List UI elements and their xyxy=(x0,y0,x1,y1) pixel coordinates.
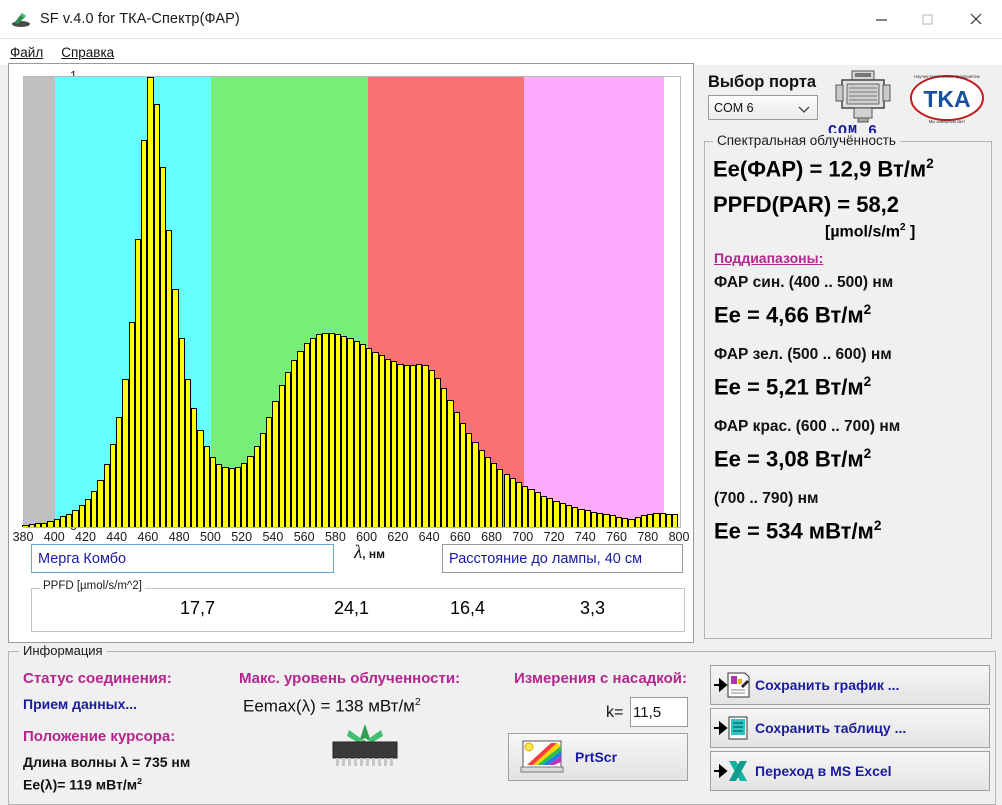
x-tick-label: 520 xyxy=(231,530,253,544)
ppfd-legend: PPFD [µmol/s/m^2] xyxy=(40,580,145,592)
prtscr-label: PrtScr xyxy=(575,749,618,765)
chart-panel: отн. ед. 00,10,20,30,40,50,60,70,80,91 3… xyxy=(8,63,694,643)
connection-status-title: Статус соединения: xyxy=(23,670,172,687)
main-area: отн. ед. 00,10,20,30,40,50,60,70,80,91 3… xyxy=(0,63,1002,805)
cursor-position-title: Положение курсора: xyxy=(23,728,176,745)
max-irradiance-value: Eemax(λ) = 138 мВт/м2 xyxy=(243,696,421,716)
max-irradiance-title: Макс. уровень облученности: xyxy=(239,670,461,687)
title-bar: SF v.4.0 for ТКА-Спектр(ФАР) xyxy=(0,0,1002,39)
save-chart-label: Сохранить график ... xyxy=(755,677,900,693)
sample-name-input[interactable] xyxy=(31,544,334,573)
window-controls xyxy=(858,0,1002,38)
close-button[interactable] xyxy=(950,0,1002,38)
ppfd-value-green: 24,1 xyxy=(334,598,370,618)
x-tick-label: 400 xyxy=(43,530,65,544)
x-tick-label: 640 xyxy=(418,530,440,544)
x-tick-label: 580 xyxy=(324,530,346,544)
window-title: SF v.4.0 for ТКА-Спектр(ФАР) xyxy=(40,11,240,27)
x-tick-label: 620 xyxy=(387,530,409,544)
subrange-label-blue: ФАР син. (400 .. 500) нм xyxy=(714,274,894,291)
subrange-value-green: Ee = 5,21 Вт/м2 xyxy=(714,374,872,400)
ppfd-value-farred: 3,3 xyxy=(580,598,606,618)
tail-band xyxy=(664,77,680,527)
x-tick-label: 680 xyxy=(481,530,502,544)
spectrum-bar xyxy=(672,513,679,527)
save-table-icon xyxy=(711,709,755,747)
tka-logo: TKA Научно-техническое предприятие Мы из… xyxy=(905,67,989,129)
excel-icon xyxy=(711,752,755,790)
subranges-title[interactable]: Поддиапазоны: xyxy=(714,250,823,266)
ppfd-group: PPFD [µmol/s/m^2] 17,7 24,1 16,4 3,3 xyxy=(31,580,685,632)
x-tick-label: 700 xyxy=(512,530,534,544)
x-tick-label: 500 xyxy=(199,530,221,544)
save-table-button[interactable]: Сохранить таблицу ... xyxy=(710,708,990,748)
spectral-irradiance-group: Спектральная облучённость Ee(ФАР) = 12,9… xyxy=(704,133,992,639)
ppfd-par-value: PPFD(PAR) = 58,2 xyxy=(713,192,900,217)
k-label: k= xyxy=(606,704,624,721)
maximize-button[interactable] xyxy=(904,0,950,38)
db9-connector-icon xyxy=(834,69,892,123)
ppfd-value-blue: 17,7 xyxy=(180,598,216,618)
subrange-value-farred: Ee = 534 мВт/м2 xyxy=(714,518,882,544)
far-red-band xyxy=(523,77,665,527)
x-tick-label: 740 xyxy=(574,530,596,544)
right-panel: Выбор порта COM 6 COM 6 TKA Научно-техни… xyxy=(700,63,994,641)
x-tick-label: 780 xyxy=(637,530,659,544)
ppfd-value-red: 16,4 xyxy=(450,598,486,618)
svg-text:TKA: TKA xyxy=(923,86,970,112)
k-value-input[interactable] xyxy=(630,697,688,727)
subrange-label-farred: (700 .. 790) нм xyxy=(714,490,819,507)
distance-label: Расстояние до лампы, 40 см xyxy=(442,544,683,573)
port-label: Выбор порта xyxy=(708,73,817,91)
x-tick-label: 420 xyxy=(75,530,96,544)
save-table-label: Сохранить таблицу ... xyxy=(755,720,907,736)
svg-text:Мы измеряем свет: Мы измеряем свет xyxy=(929,119,966,124)
excel-button[interactable]: Переход в MS Excel xyxy=(710,751,990,791)
port-select-value: COM 6 xyxy=(714,100,754,115)
excel-label: Переход в MS Excel xyxy=(755,763,892,779)
cursor-wavelength: Длина волны λ = 735 нм xyxy=(23,754,191,770)
x-axis-label: λ, нм xyxy=(354,542,386,563)
menu-item-help-label: Справка xyxy=(61,44,115,60)
x-tick-label: 380 xyxy=(12,530,34,544)
x-tick-label: 660 xyxy=(449,530,471,544)
prtscr-button[interactable]: PrtScr xyxy=(508,733,688,781)
menu-item-file-label: Файл xyxy=(10,44,44,60)
subrange-value-red: Ee = 3,08 Вт/м2 xyxy=(714,446,872,472)
connection-status-value: Прием данных... xyxy=(23,696,138,712)
x-tick-label: 540 xyxy=(262,530,284,544)
x-tick-label: 460 xyxy=(137,530,159,544)
save-chart-button[interactable]: Сохранить график ... xyxy=(710,665,990,705)
subrange-label-green: ФАР зел. (500 .. 600) нм xyxy=(714,346,892,363)
chevron-down-icon xyxy=(798,103,810,117)
spectrum-plot[interactable] xyxy=(22,76,681,528)
save-chart-icon xyxy=(711,666,755,704)
nozzle-measurement-title: Измерения с насадкой: xyxy=(514,670,687,687)
menu-item-file[interactable]: Файл xyxy=(10,45,43,60)
x-tick-label: 560 xyxy=(293,530,315,544)
minimize-button[interactable] xyxy=(858,0,904,38)
app-icon xyxy=(10,10,32,28)
x-tick-label: 440 xyxy=(106,530,128,544)
x-tick-label: 760 xyxy=(606,530,627,544)
ppfd-units: [µmol/s/m2 ] xyxy=(825,222,916,241)
cursor-irradiance: Ee(λ)= 119 мВт/м2 xyxy=(23,776,142,793)
menu-bar: Файл Справка xyxy=(0,39,1002,66)
x-tick-label: 800 xyxy=(668,530,690,544)
port-select[interactable]: COM 6 xyxy=(708,95,818,120)
printscreen-icon xyxy=(509,734,575,780)
subrange-value-blue: Ee = 4,66 Вт/м2 xyxy=(714,302,872,328)
total-par-value: Ee(ФАР) = 12,9 Вт/м2 xyxy=(713,156,934,182)
spectral-legend: Спектральная облучённость xyxy=(713,133,900,148)
uv-band xyxy=(24,77,56,527)
x-tick-label: 720 xyxy=(543,530,565,544)
subrange-label-red: ФАР крас. (600 .. 700) нм xyxy=(714,418,901,435)
svg-text:Научно-техническое предприятие: Научно-техническое предприятие xyxy=(914,74,981,79)
menu-item-help[interactable]: Справка xyxy=(61,45,114,60)
x-tick-label: 480 xyxy=(168,530,190,544)
chip-plant-icon xyxy=(319,722,411,768)
info-legend: Информация xyxy=(19,643,107,658)
